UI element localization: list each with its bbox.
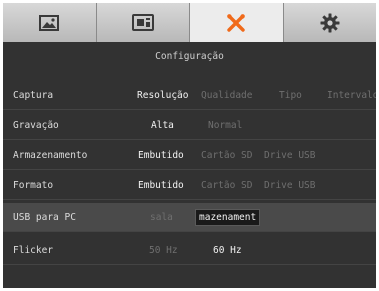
option-60hz[interactable]: 60 Hz xyxy=(213,245,242,256)
option-built-in[interactable]: Embutido xyxy=(138,150,184,161)
option-50hz[interactable]: 50 Hz xyxy=(149,245,178,256)
setting-row-format[interactable]: Formato Embutido Cartão SD Drive USB xyxy=(3,171,376,200)
setting-row-capture[interactable]: Captura Resolução Qualidade Tipo Interva… xyxy=(3,81,376,110)
setting-label: Armazenamento xyxy=(13,149,88,161)
gear-icon xyxy=(320,13,340,32)
option-built-in[interactable]: Embutido xyxy=(138,180,184,191)
setting-label: Flicker xyxy=(13,244,54,256)
option-usb-drive[interactable]: Drive USB xyxy=(264,150,315,161)
settings-screen: Configuração Captura Resolução Qualidade… xyxy=(3,3,376,288)
option-normal[interactable]: Normal xyxy=(208,120,242,131)
setting-label: USB para PC xyxy=(13,211,76,223)
tools-icon xyxy=(227,13,245,32)
setting-row-storage[interactable]: Armazenamento Embutido Cartão SD Drive U… xyxy=(3,141,376,170)
setting-label: Formato xyxy=(13,179,54,191)
option-high[interactable]: Alta xyxy=(151,120,174,131)
tab-bar xyxy=(3,3,376,42)
option-room[interactable]: sala xyxy=(150,212,173,223)
setting-row-flicker[interactable]: Flicker 50 Hz 60 Hz xyxy=(3,236,376,265)
setting-row-usb-to-pc[interactable]: USB para PC sala mazenament xyxy=(3,203,376,232)
camera-settings-icon xyxy=(131,14,154,31)
page-title: Configuração xyxy=(155,50,224,62)
option-type[interactable]: Tipo xyxy=(279,90,302,101)
tab-image[interactable] xyxy=(3,3,97,42)
option-quality[interactable]: Qualidade xyxy=(201,90,252,101)
image-icon xyxy=(39,14,60,31)
tab-tools[interactable] xyxy=(190,3,284,42)
setting-label: Captura xyxy=(13,89,54,101)
tab-general-settings[interactable] xyxy=(283,3,376,42)
setting-row-recording[interactable]: Gravação Alta Normal xyxy=(3,111,376,140)
option-usb-drive[interactable]: Drive USB xyxy=(264,180,315,191)
option-resolution[interactable]: Resolução xyxy=(137,90,188,101)
option-storage-selected[interactable]: mazenament xyxy=(195,208,261,226)
option-sd-card[interactable]: Cartão SD xyxy=(201,180,252,191)
option-sd-card[interactable]: Cartão SD xyxy=(201,150,252,161)
setting-label: Gravação xyxy=(13,119,59,131)
option-interval[interactable]: Intervalo xyxy=(327,90,376,101)
tab-camera-settings[interactable] xyxy=(96,3,190,42)
